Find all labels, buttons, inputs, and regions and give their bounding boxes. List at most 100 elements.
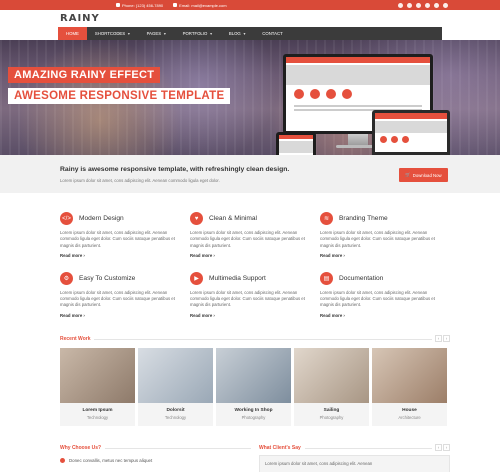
portfolio-image[interactable] <box>372 348 447 403</box>
twitter-icon[interactable] <box>407 2 412 8</box>
prev-arrow-icon[interactable]: ‹ <box>435 335 442 342</box>
nav-item-pages[interactable]: Pages ▼ <box>139 27 175 40</box>
social-links <box>398 2 448 8</box>
tagline-section: Rainy is awesome responsive template, wi… <box>0 155 500 193</box>
hero-subheading: Awesome Responsive Template <box>8 88 231 104</box>
mail-icon <box>173 3 178 7</box>
feature-title: Easy To Customize <box>79 274 136 282</box>
read-more-link[interactable]: Read more › <box>320 253 445 258</box>
clients-title: What Client's Say <box>259 445 305 451</box>
portfolio-image[interactable] <box>216 348 291 403</box>
portfolio-title[interactable]: Working In Shop <box>216 408 291 413</box>
nav-item-label[interactable]: Portfolio <box>183 31 208 36</box>
recent-work-header: Recent Work ‹ › <box>60 335 450 343</box>
top-bar: Phone: (123) 456-7890 Email: mail@exampl… <box>0 0 500 10</box>
chevron-down-icon: ▼ <box>163 31 167 36</box>
clients-header: What Client's Say ‹ › <box>259 444 450 452</box>
portfolio-item[interactable]: House Architecture <box>372 348 447 426</box>
nav-item-home[interactable]: Home <box>58 27 87 40</box>
download-button[interactable]: 🛒 Download Now <box>399 168 448 182</box>
feature-text: Lorem ipsum dolor sit amet, cons adipisc… <box>190 230 305 248</box>
prev-arrow-icon[interactable]: ‹ <box>435 444 442 451</box>
linkedin-icon[interactable] <box>425 2 430 8</box>
code-icon: </> <box>60 212 73 225</box>
email-text[interactable]: Email: mail@example.com <box>179 3 226 8</box>
portfolio-category: Architecture <box>398 415 421 420</box>
download-button-label[interactable]: Download Now <box>413 173 442 178</box>
play-icon: ▶ <box>190 271 203 285</box>
portfolio-item[interactable]: Lorem Ipsum Technology <box>60 348 135 426</box>
heart-icon: ♥ <box>190 212 203 225</box>
tagline-title: Rainy is awesome responsive template, wi… <box>60 166 290 173</box>
feature-item: ♥ Clean & Minimal Lorem ipsum dolor sit a… <box>190 212 315 258</box>
portfolio-title[interactable]: House <box>372 408 447 413</box>
google-plus-icon[interactable] <box>443 2 448 8</box>
portfolio-category: Photography <box>241 415 266 420</box>
why-choose-item: Donec convallis, metus nec tempus alique… <box>60 458 152 463</box>
portfolio-item[interactable]: Dolorsit Technology <box>138 348 213 426</box>
portfolio-category: Technology <box>86 415 109 420</box>
gear-icon: ⚙ <box>60 271 73 285</box>
read-more-link[interactable]: Read more › <box>190 313 315 318</box>
feature-title: Documentation <box>339 274 384 282</box>
site-logo[interactable]: RAINY <box>60 13 100 24</box>
feature-item: ≋ Branding Theme Lorem ipsum dolor sit am… <box>320 212 445 258</box>
next-arrow-icon[interactable]: › <box>443 444 450 451</box>
portfolio-title[interactable]: Sailing <box>294 408 369 413</box>
feature-title: Modern Design <box>79 215 124 222</box>
testimonial-text: Lorem ipsum dolor sit amet, cons adipisc… <box>265 461 373 466</box>
phone-icon <box>116 3 120 7</box>
facebook-icon[interactable] <box>398 2 403 8</box>
read-more-label[interactable]: Read more <box>320 313 342 318</box>
tagline-subtitle: Lorem ipsum dolor sit amet, cons adipisc… <box>60 178 220 183</box>
read-more-link[interactable]: Read more › <box>320 313 445 318</box>
read-more-label[interactable]: Read more <box>60 313 82 318</box>
read-more-label[interactable]: Read more <box>320 253 342 258</box>
chevron-down-icon: ▼ <box>127 31 131 36</box>
feature-item: ▤ Documentation Lorem ipsum dolor sit ame… <box>320 271 445 318</box>
nav-item-blog[interactable]: Blog ▼ <box>221 27 254 40</box>
nav-item-label[interactable]: Blog <box>229 31 241 36</box>
read-more-link[interactable]: Read more › <box>190 253 315 258</box>
rss-icon[interactable] <box>416 2 421 8</box>
nav-item-label[interactable]: Home <box>66 31 79 36</box>
feature-item: </> Modern Design Lorem ipsum dolor sit a… <box>60 212 185 258</box>
portfolio-image[interactable] <box>138 348 213 403</box>
nav-item-portfolio[interactable]: Portfolio ▼ <box>175 27 221 40</box>
hero-slider: Amazing Rainy Effect Awesome Responsive … <box>0 40 500 155</box>
recent-work-carousel: Lorem Ipsum Technology Dolorsit Technolo… <box>60 348 450 426</box>
portfolio-category: Photography <box>319 415 344 420</box>
nav-item-contact[interactable]: Contact <box>254 27 290 40</box>
main-nav: Home Shortcodes ▼ Pages ▼ Portfolio ▼ Blog ▼ Cont… <box>58 27 442 40</box>
feature-text: Lorem ipsum dolor sit amet, cons adipisc… <box>60 289 175 308</box>
wifi-icon: ≋ <box>320 212 333 225</box>
tablet-device-image <box>276 132 316 155</box>
portfolio-image[interactable] <box>60 348 135 403</box>
read-more-label[interactable]: Read more <box>60 253 82 258</box>
page: Phone: (123) 456-7890 Email: mail@exampl… <box>0 0 500 472</box>
feature-text: Lorem ipsum dolor sit amet, cons adipisc… <box>60 230 175 248</box>
nav-item-label[interactable]: Contact <box>262 31 282 36</box>
portfolio-item[interactable]: Sailing Photography <box>294 348 369 426</box>
nav-item-label[interactable]: Shortcodes <box>95 31 125 36</box>
read-more-label[interactable]: Read more <box>190 313 212 318</box>
read-more-link[interactable]: Read more › <box>60 253 185 258</box>
phone-info: Phone: (123) 456-7890 <box>116 3 163 8</box>
next-arrow-icon[interactable]: › <box>443 335 450 342</box>
portfolio-category: Technology <box>164 415 187 420</box>
feature-item: ⚙ Easy To Customize Lorem ipsum dolor sit… <box>60 271 185 318</box>
feature-text: Lorem ipsum dolor sit amet, cons adipisc… <box>190 289 305 308</box>
nav-item-label[interactable]: Pages <box>147 31 162 36</box>
portfolio-image[interactable] <box>294 348 369 403</box>
hero-heading: Amazing Rainy Effect <box>8 67 161 83</box>
nav-item-shortcodes[interactable]: Shortcodes ▼ <box>87 27 139 40</box>
read-more-link[interactable]: Read more › <box>60 313 185 318</box>
portfolio-item[interactable]: Working In Shop Photography <box>216 348 291 426</box>
portfolio-title[interactable]: Lorem Ipsum <box>60 408 135 413</box>
cart-icon: 🛒 <box>405 172 411 177</box>
dribbble-icon[interactable] <box>434 2 439 8</box>
feature-title: Multimedia Support <box>209 274 266 282</box>
email-info[interactable]: Email: mail@example.com <box>173 3 227 8</box>
read-more-label[interactable]: Read more <box>190 253 212 258</box>
portfolio-title[interactable]: Dolorsit <box>138 408 213 413</box>
